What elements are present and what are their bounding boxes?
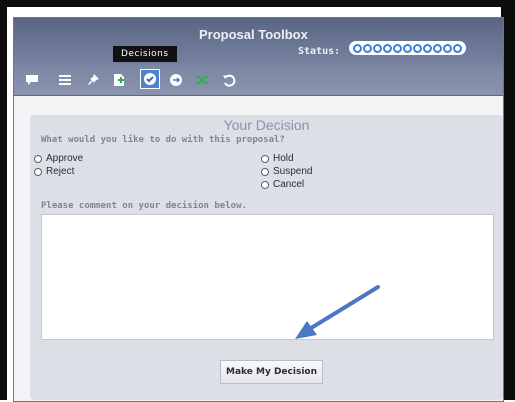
option-reject-label: Reject bbox=[46, 166, 75, 177]
radio-cancel[interactable] bbox=[261, 180, 269, 189]
option-suspend-label: Suspend bbox=[273, 166, 313, 177]
titlebar: Proposal Toolbox Status: bbox=[14, 18, 503, 65]
make-my-decision-button[interactable]: Make My Decision bbox=[220, 360, 323, 384]
status-dot bbox=[423, 43, 432, 53]
screenshot-border-top bbox=[0, 0, 515, 7]
comment-textarea[interactable] bbox=[41, 214, 494, 340]
decisions-tooltip: Decisions bbox=[113, 46, 177, 62]
status-dot bbox=[403, 43, 412, 53]
decision-question: What would you like to do with this prop… bbox=[41, 135, 285, 145]
panel-heading: Your Decision bbox=[223, 117, 310, 133]
list-icon[interactable] bbox=[58, 73, 72, 87]
check-icon[interactable] bbox=[140, 69, 160, 89]
annotation-arrow bbox=[295, 285, 380, 339]
screenshot-border-left bbox=[0, 0, 7, 400]
status-dot bbox=[383, 43, 392, 53]
comment-icon[interactable] bbox=[25, 73, 39, 87]
status-dot bbox=[373, 43, 382, 53]
option-approve[interactable]: Approve bbox=[34, 153, 83, 164]
toolbar bbox=[14, 65, 503, 96]
pin-icon[interactable] bbox=[87, 73, 101, 87]
status-indicator bbox=[349, 41, 466, 55]
status-dot bbox=[443, 43, 452, 53]
status-dot bbox=[433, 43, 442, 53]
arrow-right-icon[interactable] bbox=[169, 73, 183, 87]
option-hold-label: Hold bbox=[273, 153, 294, 164]
decision-panel: Your Decision What would you like to do … bbox=[30, 115, 503, 400]
comment-label: Please comment on your decision below. bbox=[41, 201, 247, 211]
radio-hold[interactable] bbox=[261, 154, 269, 163]
radio-reject[interactable] bbox=[34, 167, 42, 176]
status-dot bbox=[393, 43, 402, 53]
option-cancel[interactable]: Cancel bbox=[261, 179, 304, 190]
option-approve-label: Approve bbox=[46, 153, 84, 164]
window-title: Proposal Toolbox bbox=[199, 27, 308, 42]
undo-icon[interactable] bbox=[222, 73, 236, 87]
radio-suspend[interactable] bbox=[261, 167, 269, 176]
status-label: Status: bbox=[298, 46, 341, 57]
status-dot bbox=[353, 43, 362, 53]
shuffle-icon[interactable] bbox=[195, 73, 209, 87]
status-dot bbox=[453, 43, 462, 53]
option-cancel-label: Cancel bbox=[273, 179, 305, 190]
status-dot bbox=[363, 43, 372, 53]
proposal-toolbox-window: Proposal Toolbox Status: Your Decision W… bbox=[13, 17, 504, 402]
option-reject[interactable]: Reject bbox=[34, 166, 74, 177]
radio-approve[interactable] bbox=[34, 154, 42, 163]
add-document-icon[interactable] bbox=[112, 73, 126, 87]
option-hold[interactable]: Hold bbox=[261, 153, 294, 164]
option-suspend[interactable]: Suspend bbox=[261, 166, 312, 177]
status-dot bbox=[413, 43, 422, 53]
